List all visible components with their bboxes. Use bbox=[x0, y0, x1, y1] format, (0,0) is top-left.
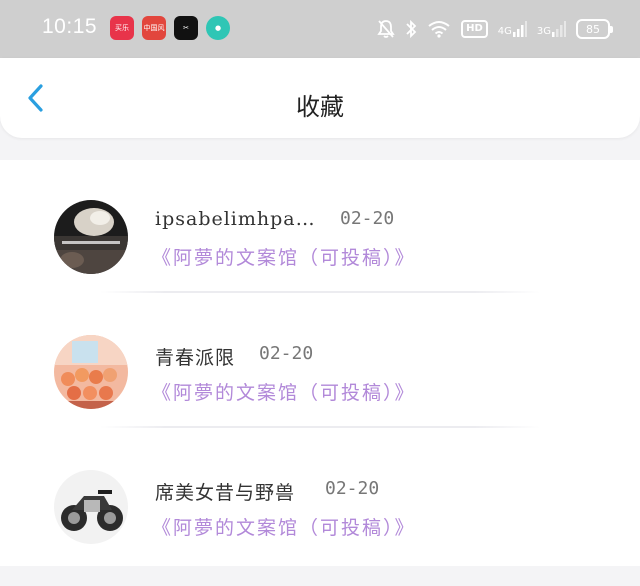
nav-header: 收藏 bbox=[0, 58, 640, 138]
group-link[interactable]: 《阿夢的文案馆（可投稿）》 bbox=[152, 513, 416, 540]
mute-bell-icon bbox=[377, 19, 395, 39]
user-name: 席美女昔与野兽 bbox=[155, 482, 296, 504]
date-label: 02-20 bbox=[340, 208, 395, 229]
signal-3g-label: 3G bbox=[536, 26, 551, 37]
divider bbox=[100, 291, 540, 293]
date-label: 02-20 bbox=[325, 478, 380, 499]
page-title: 收藏 bbox=[296, 93, 344, 121]
system-icons: HD 4G 3G 85 bbox=[377, 16, 613, 42]
avatar[interactable] bbox=[54, 200, 128, 274]
status-time: 10:15 bbox=[42, 15, 98, 38]
battery-icon: 85 bbox=[576, 19, 613, 39]
list-item[interactable]: 席美女昔与野兽 02-20 《阿夢的文案馆（可投稿）》 bbox=[0, 430, 640, 565]
avatar[interactable] bbox=[54, 335, 128, 409]
user-name: 青春派限 bbox=[155, 347, 236, 369]
signal-3g-icon: 3G bbox=[537, 21, 566, 37]
group-link[interactable]: 《阿夢的文案馆（可投稿）》 bbox=[152, 378, 416, 405]
battery-level: 85 bbox=[586, 22, 600, 36]
bottom-area bbox=[0, 566, 640, 586]
video-app-icon: 买乐 bbox=[110, 16, 134, 40]
hd-badge: HD bbox=[461, 20, 488, 38]
date-label: 02-20 bbox=[259, 343, 314, 364]
capcut-app-icon: ✂ bbox=[174, 16, 198, 40]
divider bbox=[100, 426, 540, 428]
bluetooth-icon bbox=[405, 19, 417, 39]
user-name: ipsabelimhpa… bbox=[155, 208, 316, 230]
group-link[interactable]: 《阿夢的文案馆（可投稿）》 bbox=[152, 243, 416, 270]
status-bar: 10:15 买乐 中国风 ✂ ● HD 4G 3G 85 bbox=[0, 0, 640, 58]
list-item[interactable]: ipsabelimhpa… 02-20 《阿夢的文案馆（可投稿）》 bbox=[0, 160, 640, 295]
signal-4g-label: 4G bbox=[497, 26, 512, 37]
list-item[interactable]: 青春派限 02-20 《阿夢的文案馆（可投稿）》 bbox=[0, 295, 640, 430]
chat-app-icon: ● bbox=[206, 16, 230, 40]
favorites-list: ipsabelimhpa… 02-20 《阿夢的文案馆（可投稿）》 青春派限 0… bbox=[0, 160, 640, 566]
avatar[interactable] bbox=[54, 470, 128, 544]
wifi-icon bbox=[427, 20, 451, 38]
signal-4g-icon: 4G bbox=[498, 21, 527, 37]
news-app-icon: 中国风 bbox=[142, 16, 166, 40]
